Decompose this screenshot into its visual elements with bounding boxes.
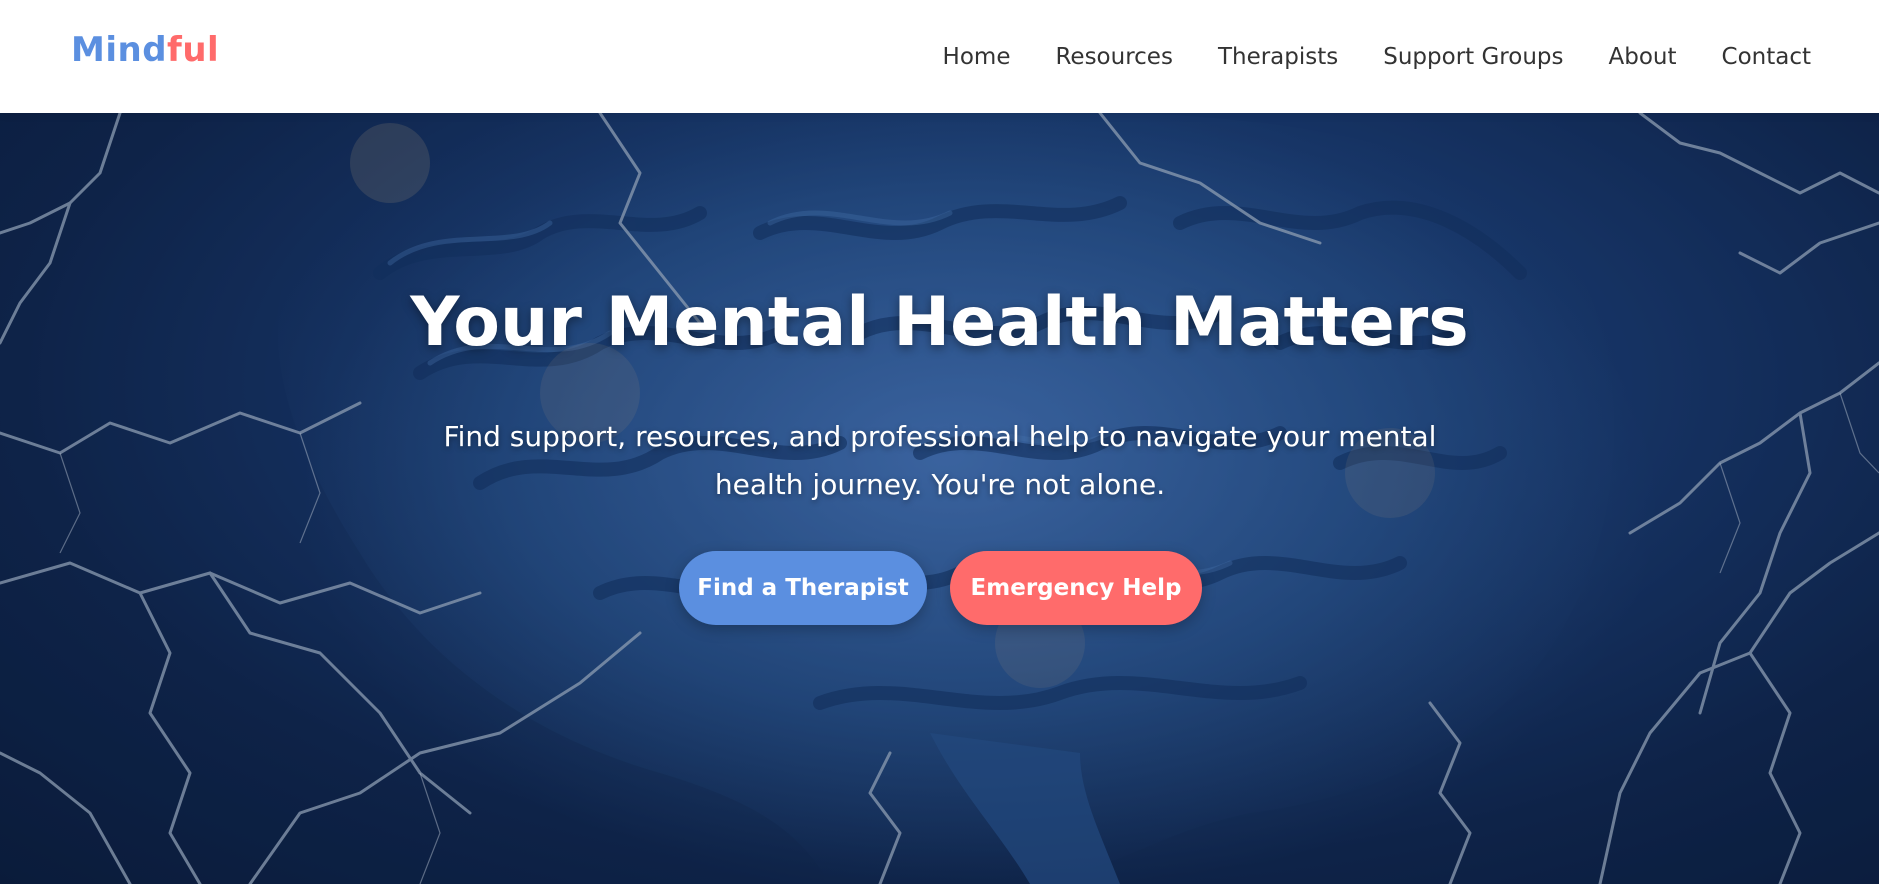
hero-subtitle: Find support, resources, and professiona… <box>443 420 1437 501</box>
nav-about[interactable]: About <box>1609 44 1677 70</box>
nav-links: Home Resources Therapists Support Groups… <box>943 0 1811 113</box>
hero-title: Your Mental Health Matters <box>410 283 1469 362</box>
logo-part-ful: ful <box>167 30 220 70</box>
find-therapist-button[interactable]: Find a Therapist <box>679 551 927 625</box>
nav-therapists[interactable]: Therapists <box>1218 44 1338 70</box>
logo-part-mind: Mind <box>71 30 168 70</box>
nav-support-groups[interactable]: Support Groups <box>1383 44 1563 70</box>
nav-home[interactable]: Home <box>943 44 1011 70</box>
hero-section: Your Mental Health Matters Find support,… <box>0 113 1879 884</box>
nav-resources[interactable]: Resources <box>1055 44 1172 70</box>
emergency-help-button[interactable]: Emergency Help <box>950 551 1202 625</box>
nav-contact[interactable]: Contact <box>1722 44 1811 70</box>
navbar: Mindful Home Resources Therapists Suppor… <box>0 0 1879 113</box>
hero-content: Your Mental Health Matters Find support,… <box>0 113 1879 884</box>
logo[interactable]: Mindful <box>71 30 219 70</box>
